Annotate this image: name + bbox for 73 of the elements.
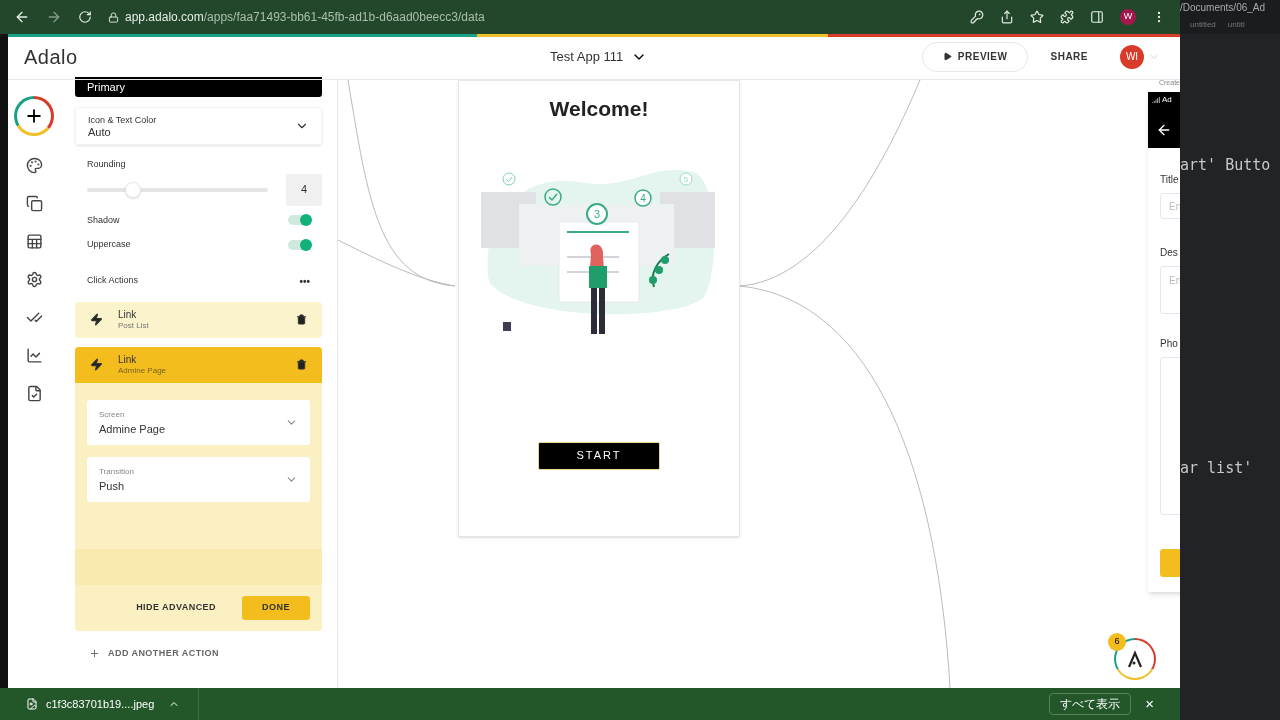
key-icon[interactable] — [970, 10, 984, 24]
action-header[interactable]: Link Admine Page — [75, 346, 322, 383]
primary-style-option[interactable]: Primary — [75, 77, 322, 97]
dropdown-field[interactable]: Screen Admine Page — [87, 399, 310, 445]
table-icon[interactable] — [25, 233, 43, 250]
editor-tab[interactable]: untitled — [1190, 19, 1216, 31]
signal-icon — [1152, 96, 1160, 104]
field-label: Pho — [1160, 337, 1179, 351]
help-button[interactable] — [1114, 638, 1156, 680]
delete-icon[interactable] — [296, 359, 307, 370]
status-text: Ad — [1162, 94, 1172, 106]
extensions-icon[interactable] — [1060, 10, 1074, 24]
profile-avatar[interactable]: W — [1120, 9, 1136, 25]
address-bar[interactable]: app.adalo.com/apps/faa71493-bb61-45fb-ad1b-d6aad0beecc3/data — [125, 8, 485, 26]
star-icon[interactable] — [1030, 10, 1044, 24]
settings-icon[interactable] — [25, 271, 43, 288]
back-arrow-icon[interactable] — [1156, 122, 1172, 138]
side-panel-icon[interactable] — [1090, 10, 1104, 24]
welcome-heading: Welcome! — [549, 96, 649, 122]
action-header[interactable]: Link Post List — [75, 301, 322, 338]
rounding-slider[interactable] — [87, 180, 268, 199]
color-select[interactable]: Icon & Text Color Auto — [75, 107, 322, 145]
lightning-icon — [90, 358, 103, 371]
add-button[interactable] — [14, 96, 54, 136]
phone-screen[interactable]: Welcome! 3 4 5 START — [458, 80, 740, 537]
editor-tab[interactable]: untitl — [1227, 19, 1245, 31]
hide-advanced-button[interactable]: HIDE ADVANCED — [136, 600, 216, 615]
share-icon[interactable] — [1000, 10, 1014, 24]
code-line: art' Butto — [1180, 155, 1272, 176]
done-button[interactable]: DONE — [242, 595, 310, 620]
plus-icon — [24, 106, 44, 126]
code-line: ar list' — [1180, 457, 1254, 479]
rounding-label: Rounding — [87, 158, 127, 171]
toggle-label: Uppercase — [87, 238, 131, 251]
action-subtitle: Post List — [118, 319, 150, 331]
download-file-name[interactable]: c1f3c83701b19....jpeg — [46, 695, 155, 713]
copy-icon[interactable] — [25, 195, 43, 212]
delete-icon[interactable] — [296, 314, 307, 325]
close-button[interactable]: × — [1145, 692, 1154, 716]
more-options-button[interactable]: ••• — [299, 273, 310, 289]
action-title: Link — [118, 308, 138, 320]
slider-thumb[interactable] — [124, 181, 141, 198]
palette-icon[interactable] — [25, 157, 43, 174]
rounding-value[interactable]: 4 — [286, 173, 322, 206]
click-actions-heading: Click Actions — [87, 274, 139, 288]
lightning-icon — [90, 313, 103, 326]
lock-icon — [108, 11, 119, 23]
back-icon[interactable] — [14, 9, 30, 25]
field-label: Des — [1160, 246, 1179, 260]
show-all-button[interactable]: すべて表示 — [1049, 693, 1132, 715]
reload-icon[interactable] — [78, 10, 92, 24]
plus-icon — [89, 647, 100, 659]
start-button[interactable]: START — [538, 441, 660, 470]
side-phone-screen[interactable]: Ad Title En Des En Pho — [1148, 92, 1180, 592]
file-path: /Documents/06_Ad — [1180, 1, 1267, 15]
toggle-switch[interactable] — [288, 239, 310, 250]
add-action-button[interactable]: ADD ANOTHER ACTION — [89, 646, 322, 660]
file-icon — [26, 698, 38, 710]
notification-badge: 6 — [1108, 633, 1126, 651]
toggle-switch[interactable] — [288, 215, 310, 226]
document-icon[interactable] — [25, 385, 43, 402]
dropdown-field[interactable]: Transition Push — [87, 456, 310, 502]
action-subtitle: Admine Page — [118, 364, 168, 376]
share-button[interactable]: SHARE — [1044, 49, 1094, 64]
user-avatar[interactable]: WI — [1120, 44, 1144, 69]
field-label: Title — [1160, 173, 1180, 187]
app-logo[interactable]: Adalo — [24, 41, 78, 72]
app-title[interactable]: Test App 111 — [550, 46, 624, 67]
chart-icon[interactable] — [25, 347, 43, 364]
action-title: Link — [118, 353, 138, 365]
logo-icon — [1125, 649, 1145, 669]
toggle-label: Shadow — [87, 213, 120, 227]
play-icon — [942, 52, 952, 61]
